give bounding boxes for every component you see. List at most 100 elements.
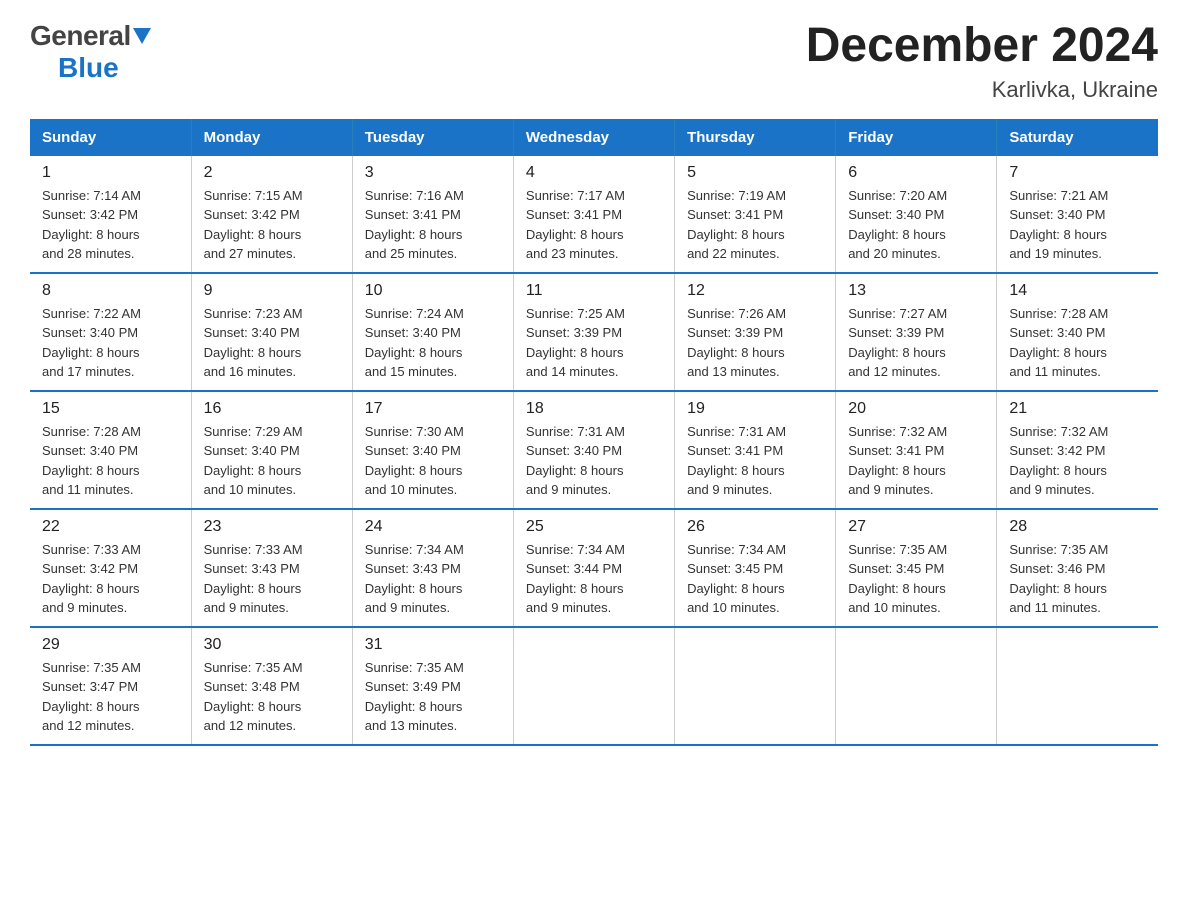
logo-blue-text: Blue <box>58 52 119 83</box>
day-number: 17 <box>365 400 501 418</box>
calendar-week-3: 15 Sunrise: 7:28 AMSunset: 3:40 PMDayligh… <box>30 391 1158 509</box>
day-info: Sunrise: 7:28 AMSunset: 3:40 PMDaylight:… <box>42 422 179 500</box>
calendar-cell: 9 Sunrise: 7:23 AMSunset: 3:40 PMDaylight… <box>191 273 352 391</box>
calendar-cell: 20 Sunrise: 7:32 AMSunset: 3:41 PMDayligh… <box>836 391 997 509</box>
calendar-cell: 25 Sunrise: 7:34 AMSunset: 3:44 PMDayligh… <box>513 509 674 627</box>
day-number: 3 <box>365 164 501 182</box>
calendar-table: Sunday Monday Tuesday Wednesday Thursday… <box>30 119 1158 746</box>
day-number: 28 <box>1009 518 1146 536</box>
day-number: 7 <box>1009 164 1146 182</box>
calendar-title: December 2024 <box>806 20 1158 73</box>
calendar-cell <box>675 627 836 745</box>
day-info: Sunrise: 7:14 AMSunset: 3:42 PMDaylight:… <box>42 186 179 264</box>
calendar-cell: 17 Sunrise: 7:30 AMSunset: 3:40 PMDayligh… <box>352 391 513 509</box>
day-number: 8 <box>42 282 179 300</box>
day-info: Sunrise: 7:30 AMSunset: 3:40 PMDaylight:… <box>365 422 501 500</box>
calendar-cell: 24 Sunrise: 7:34 AMSunset: 3:43 PMDayligh… <box>352 509 513 627</box>
calendar-week-5: 29Sunrise: 7:35 AMSunset: 3:47 PMDayligh… <box>30 627 1158 745</box>
day-info: Sunrise: 7:34 AMSunset: 3:43 PMDaylight:… <box>365 540 501 618</box>
day-number: 30 <box>204 636 340 654</box>
day-info: Sunrise: 7:24 AMSunset: 3:40 PMDaylight:… <box>365 304 501 382</box>
calendar-cell: 23 Sunrise: 7:33 AMSunset: 3:43 PMDayligh… <box>191 509 352 627</box>
day-info: Sunrise: 7:31 AMSunset: 3:40 PMDaylight:… <box>526 422 662 500</box>
day-info: Sunrise: 7:27 AMSunset: 3:39 PMDaylight:… <box>848 304 984 382</box>
title-block: December 2024 Karlivka, Ukraine <box>806 20 1158 103</box>
col-wednesday: Wednesday <box>513 119 674 156</box>
calendar-cell: 31 Sunrise: 7:35 AMSunset: 3:49 PMDayligh… <box>352 627 513 745</box>
day-info: Sunrise: 7:35 AMSunset: 3:47 PMDaylight:… <box>42 658 179 736</box>
day-info: Sunrise: 7:35 AMSunset: 3:46 PMDaylight:… <box>1009 540 1146 618</box>
day-number: 5 <box>687 164 823 182</box>
col-sunday: Sunday <box>30 119 191 156</box>
day-info: Sunrise: 7:34 AMSunset: 3:44 PMDaylight:… <box>526 540 662 618</box>
calendar-body: 1 Sunrise: 7:14 AMSunset: 3:42 PMDaylight… <box>30 156 1158 745</box>
day-info: Sunrise: 7:35 AMSunset: 3:45 PMDaylight:… <box>848 540 984 618</box>
calendar-cell <box>836 627 997 745</box>
calendar-cell: 3 Sunrise: 7:16 AMSunset: 3:41 PMDaylight… <box>352 156 513 273</box>
calendar-cell: 16 Sunrise: 7:29 AMSunset: 3:40 PMDayligh… <box>191 391 352 509</box>
day-number: 1 <box>42 164 179 182</box>
day-info: Sunrise: 7:35 AMSunset: 3:48 PMDaylight:… <box>204 658 340 736</box>
day-info: Sunrise: 7:17 AMSunset: 3:41 PMDaylight:… <box>526 186 662 264</box>
col-thursday: Thursday <box>675 119 836 156</box>
calendar-week-1: 1 Sunrise: 7:14 AMSunset: 3:42 PMDaylight… <box>30 156 1158 273</box>
day-info: Sunrise: 7:35 AMSunset: 3:49 PMDaylight:… <box>365 658 501 736</box>
day-number: 19 <box>687 400 823 418</box>
day-info: Sunrise: 7:32 AMSunset: 3:41 PMDaylight:… <box>848 422 984 500</box>
day-info: Sunrise: 7:19 AMSunset: 3:41 PMDaylight:… <box>687 186 823 264</box>
day-info: Sunrise: 7:33 AMSunset: 3:43 PMDaylight:… <box>204 540 340 618</box>
day-number: 9 <box>204 282 340 300</box>
day-info: Sunrise: 7:33 AMSunset: 3:42 PMDaylight:… <box>42 540 179 618</box>
calendar-cell: 27 Sunrise: 7:35 AMSunset: 3:45 PMDayligh… <box>836 509 997 627</box>
day-number: 27 <box>848 518 984 536</box>
calendar-cell: 18 Sunrise: 7:31 AMSunset: 3:40 PMDayligh… <box>513 391 674 509</box>
day-number: 18 <box>526 400 662 418</box>
day-info: Sunrise: 7:20 AMSunset: 3:40 PMDaylight:… <box>848 186 984 264</box>
day-info: Sunrise: 7:29 AMSunset: 3:40 PMDaylight:… <box>204 422 340 500</box>
day-number: 10 <box>365 282 501 300</box>
calendar-cell: 11Sunrise: 7:25 AMSunset: 3:39 PMDayligh… <box>513 273 674 391</box>
calendar-cell: 19 Sunrise: 7:31 AMSunset: 3:41 PMDayligh… <box>675 391 836 509</box>
day-number: 12 <box>687 282 823 300</box>
col-tuesday: Tuesday <box>352 119 513 156</box>
calendar-cell: 10 Sunrise: 7:24 AMSunset: 3:40 PMDayligh… <box>352 273 513 391</box>
day-number: 16 <box>204 400 340 418</box>
calendar-cell: 12 Sunrise: 7:26 AMSunset: 3:39 PMDayligh… <box>675 273 836 391</box>
day-number: 23 <box>204 518 340 536</box>
calendar-cell <box>997 627 1158 745</box>
day-number: 14 <box>1009 282 1146 300</box>
day-number: 24 <box>365 518 501 536</box>
col-monday: Monday <box>191 119 352 156</box>
day-number: 20 <box>848 400 984 418</box>
calendar-cell: 22Sunrise: 7:33 AMSunset: 3:42 PMDayligh… <box>30 509 191 627</box>
day-info: Sunrise: 7:26 AMSunset: 3:39 PMDaylight:… <box>687 304 823 382</box>
calendar-cell: 13 Sunrise: 7:27 AMSunset: 3:39 PMDayligh… <box>836 273 997 391</box>
day-info: Sunrise: 7:25 AMSunset: 3:39 PMDaylight:… <box>526 304 662 382</box>
calendar-cell: 15 Sunrise: 7:28 AMSunset: 3:40 PMDayligh… <box>30 391 191 509</box>
day-info: Sunrise: 7:22 AMSunset: 3:40 PMDaylight:… <box>42 304 179 382</box>
calendar-cell: 8 Sunrise: 7:22 AMSunset: 3:40 PMDaylight… <box>30 273 191 391</box>
day-number: 2 <box>204 164 340 182</box>
calendar-cell: 2Sunrise: 7:15 AMSunset: 3:42 PMDaylight… <box>191 156 352 273</box>
col-saturday: Saturday <box>997 119 1158 156</box>
calendar-cell: 14Sunrise: 7:28 AMSunset: 3:40 PMDayligh… <box>997 273 1158 391</box>
calendar-cell: 26Sunrise: 7:34 AMSunset: 3:45 PMDayligh… <box>675 509 836 627</box>
logo-general-text: General <box>30 20 131 52</box>
day-number: 13 <box>848 282 984 300</box>
day-info: Sunrise: 7:16 AMSunset: 3:41 PMDaylight:… <box>365 186 501 264</box>
day-number: 31 <box>365 636 501 654</box>
calendar-week-2: 8 Sunrise: 7:22 AMSunset: 3:40 PMDaylight… <box>30 273 1158 391</box>
day-info: Sunrise: 7:23 AMSunset: 3:40 PMDaylight:… <box>204 304 340 382</box>
day-number: 6 <box>848 164 984 182</box>
day-number: 26 <box>687 518 823 536</box>
calendar-cell <box>513 627 674 745</box>
calendar-cell: 1 Sunrise: 7:14 AMSunset: 3:42 PMDaylight… <box>30 156 191 273</box>
calendar-cell: 4Sunrise: 7:17 AMSunset: 3:41 PMDaylight… <box>513 156 674 273</box>
day-number: 15 <box>42 400 179 418</box>
day-info: Sunrise: 7:31 AMSunset: 3:41 PMDaylight:… <box>687 422 823 500</box>
day-number: 25 <box>526 518 662 536</box>
calendar-header: Sunday Monday Tuesday Wednesday Thursday… <box>30 119 1158 156</box>
calendar-cell: 28 Sunrise: 7:35 AMSunset: 3:46 PMDayligh… <box>997 509 1158 627</box>
logo-arrow-icon <box>133 28 151 44</box>
calendar-cell: 6 Sunrise: 7:20 AMSunset: 3:40 PMDaylight… <box>836 156 997 273</box>
